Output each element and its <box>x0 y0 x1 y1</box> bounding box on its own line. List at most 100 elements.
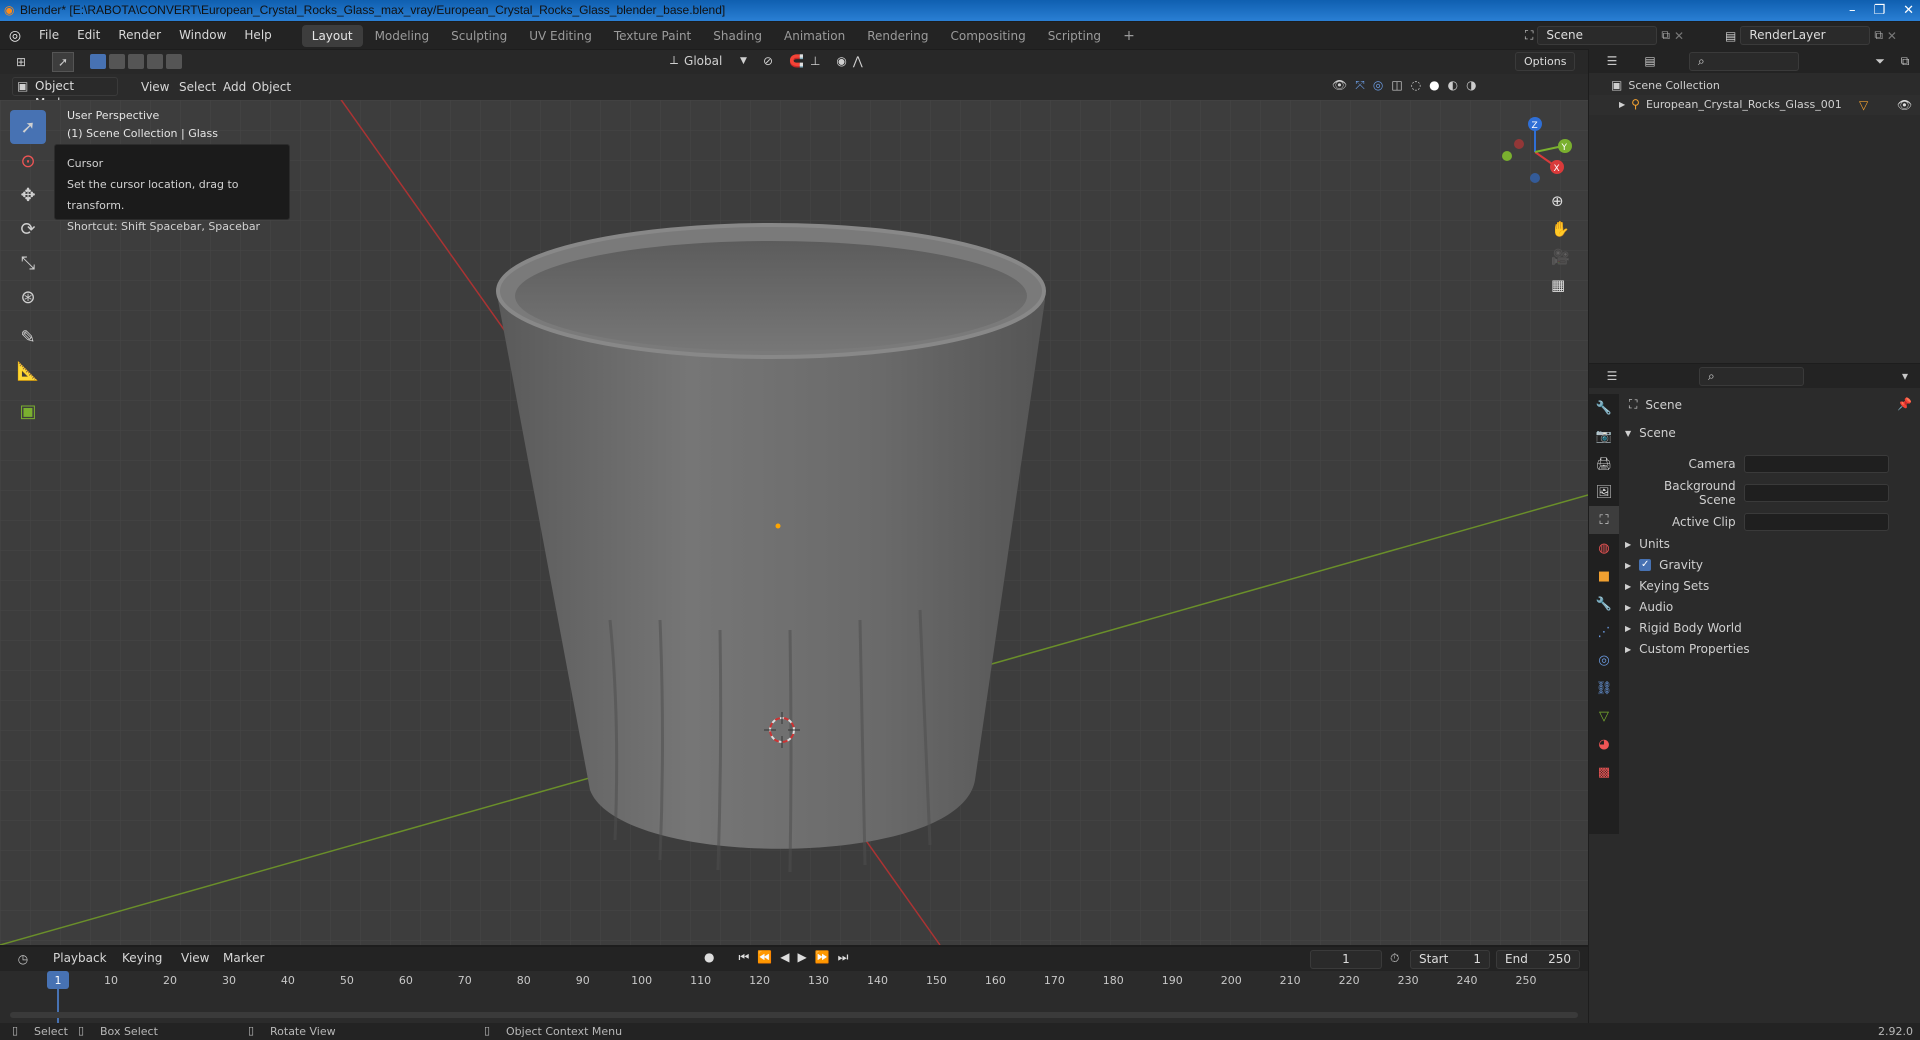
pan-hand-icon[interactable]: ✋ <box>1551 220 1570 238</box>
snap-target-icon[interactable]: ⊥ <box>810 54 820 68</box>
properties-options-icon[interactable]: ▾ <box>1894 366 1916 386</box>
xray-icon[interactable]: ◫ <box>1391 78 1402 93</box>
render-tab-icon[interactable]: 📷 <box>1589 422 1619 450</box>
timeline-menu-view[interactable]: View <box>172 945 218 972</box>
annotate-tool-icon[interactable]: ✎ <box>10 320 46 354</box>
shading-material-icon[interactable]: ◐ <box>1448 78 1458 93</box>
remove-renderlayer-icon[interactable]: ✕ <box>1887 29 1897 43</box>
panel-units[interactable]: Units <box>1639 537 1670 551</box>
play-reverse-icon[interactable]: ◀ <box>780 950 789 965</box>
timeline-menu-playback[interactable]: Playback <box>44 945 116 972</box>
expand-arrow-icon[interactable]: ▶ <box>1625 624 1631 633</box>
timer-icon[interactable]: ⏱ <box>1390 951 1399 966</box>
outliner-editor-type-icon[interactable]: ☰ <box>1601 51 1623 71</box>
editor-type-icon[interactable]: ⊞ <box>10 52 32 72</box>
current-frame-field[interactable]: 1 <box>1310 950 1382 969</box>
play-icon[interactable]: ▶ <box>797 950 806 965</box>
renderlayer-selector[interactable]: RenderLayer <box>1740 26 1871 45</box>
outliner-item-glass[interactable]: European_Crystal_Rocks_Glass_001 <box>1646 98 1842 111</box>
minimize-button[interactable]: – <box>1849 0 1856 21</box>
tab-compositing[interactable]: Compositing <box>940 25 1035 47</box>
tool-tab-icon[interactable]: 🔧 <box>1589 394 1619 422</box>
maximize-button[interactable]: ❐ <box>1873 0 1885 21</box>
ortho-grid-icon[interactable]: ▦ <box>1551 276 1570 294</box>
record-icon[interactable]: ● <box>704 950 714 965</box>
filter-icon[interactable]: ⏷ <box>1869 51 1891 71</box>
shading-solid-icon[interactable]: ● <box>1429 78 1439 93</box>
tab-scripting[interactable]: Scripting <box>1038 25 1111 47</box>
select-tool-icon[interactable]: ➚ <box>52 52 74 72</box>
renderlayer-icon[interactable]: ▤ <box>1725 29 1736 43</box>
gizmo-toggle-icon[interactable]: ⤧ <box>1355 78 1365 93</box>
shading-rendered-icon[interactable]: ◑ <box>1466 78 1476 93</box>
jump-end-icon[interactable]: ⏭ <box>838 950 849 965</box>
timeline-editor-type-icon[interactable]: ◷ <box>12 949 34 969</box>
snap-icon[interactable]: 🧲 <box>789 54 804 68</box>
background-scene-field[interactable] <box>1743 484 1889 502</box>
expand-arrow-icon[interactable]: ▶ <box>1625 603 1631 612</box>
tab-uv-editing[interactable]: UV Editing <box>519 25 602 47</box>
tab-texture-paint[interactable]: Texture Paint <box>604 25 701 47</box>
new-scene-icon[interactable]: ⧉ <box>1661 28 1670 43</box>
transform-orientation-dropdown[interactable]: Global <box>684 54 734 68</box>
texture-tab-icon[interactable]: ▩ <box>1589 758 1619 786</box>
pin-icon[interactable]: 📌 <box>1897 397 1912 411</box>
chevron-down-icon[interactable]: ▼ <box>1625 429 1631 438</box>
menu-render[interactable]: Render <box>109 22 170 49</box>
view-layer-tab-icon[interactable]: 🖼 <box>1589 478 1619 506</box>
panel-rigid-body-world[interactable]: Rigid Body World <box>1639 621 1742 635</box>
falloff-icon[interactable]: ⋀ <box>853 54 863 68</box>
rotate-tool-icon[interactable]: ⟳ <box>10 212 46 246</box>
timeline-scrollbar[interactable] <box>10 1012 1578 1018</box>
select-mode-intersect-icon[interactable] <box>166 54 182 69</box>
select-mode-new-icon[interactable] <box>90 54 106 69</box>
properties-search-input[interactable]: ⌕ <box>1699 367 1804 386</box>
cursor-tool-icon[interactable]: ⊙ <box>10 144 46 178</box>
menu-window[interactable]: Window <box>170 22 235 49</box>
tab-animation[interactable]: Animation <box>774 25 855 47</box>
zoom-icon[interactable]: ⊕ <box>1551 192 1570 210</box>
measure-tool-icon[interactable]: 📐 <box>10 354 46 388</box>
tab-modeling[interactable]: Modeling <box>365 25 440 47</box>
expand-arrow-icon[interactable]: ▶ <box>1625 561 1631 570</box>
expand-arrow-icon[interactable]: ▶ <box>1619 100 1625 109</box>
eye-icon[interactable]: 👁 <box>1897 98 1912 112</box>
end-frame-field[interactable]: End 250 <box>1496 950 1580 969</box>
scene-icon[interactable]: ⛶ <box>1525 28 1533 43</box>
timeline-menu-keying[interactable]: Keying <box>113 945 171 972</box>
menu-help[interactable]: Help <box>235 22 280 49</box>
start-frame-field[interactable]: Start 1 <box>1410 950 1490 969</box>
properties-editor-type-icon[interactable]: ☰ <box>1601 366 1623 386</box>
frame-ruler[interactable]: 1 10 20 30 40 50 60 70 80 90 100 110 120 130 140 150 160… <box>0 971 1588 1023</box>
panel-keying-sets[interactable]: Keying Sets <box>1639 579 1709 593</box>
select-mode-invert-icon[interactable] <box>147 54 163 69</box>
tab-rendering[interactable]: Rendering <box>857 25 938 47</box>
jump-start-icon[interactable]: ⏮ <box>738 950 749 965</box>
active-clip-field[interactable] <box>1743 513 1889 531</box>
visibility-icon[interactable]: 👁 <box>1332 78 1347 93</box>
output-tab-icon[interactable]: 🖨 <box>1589 450 1619 478</box>
object-tab-icon[interactable]: ■ <box>1589 562 1619 590</box>
select-mode-extend-icon[interactable] <box>109 54 125 69</box>
add-cube-tool-icon[interactable]: ▣ <box>10 394 46 428</box>
remove-scene-icon[interactable]: ✕ <box>1674 29 1684 43</box>
material-tab-icon[interactable]: ◕ <box>1589 730 1619 758</box>
overlay-toggle-icon[interactable]: ◎ <box>1373 78 1383 93</box>
mesh-data-icon[interactable]: ▽ <box>1859 98 1868 112</box>
constraints-tab-icon[interactable]: ⛓ <box>1589 674 1619 702</box>
shading-wireframe-icon[interactable]: ◌ <box>1411 78 1421 93</box>
expand-arrow-icon[interactable]: ▶ <box>1625 645 1631 654</box>
select-mode-subtract-icon[interactable] <box>128 54 144 69</box>
next-keyframe-icon[interactable]: ⏩ <box>815 950 830 965</box>
scene-section-header[interactable]: Scene <box>1639 426 1676 440</box>
expand-arrow-icon[interactable]: ▶ <box>1625 540 1631 549</box>
scale-tool-icon[interactable]: ⤡ <box>10 246 46 280</box>
header-menu-object[interactable]: Object <box>243 74 300 101</box>
close-button[interactable]: ✕ <box>1903 0 1914 21</box>
add-workspace-icon[interactable]: + <box>1113 25 1145 47</box>
new-collection-icon[interactable]: ⧉ <box>1894 51 1916 71</box>
world-tab-icon[interactable]: ◍ <box>1589 534 1619 562</box>
scene-selector[interactable]: Scene <box>1537 26 1658 45</box>
camera-view-icon[interactable]: 🎥 <box>1551 248 1570 266</box>
tab-sculpting[interactable]: Sculpting <box>441 25 517 47</box>
